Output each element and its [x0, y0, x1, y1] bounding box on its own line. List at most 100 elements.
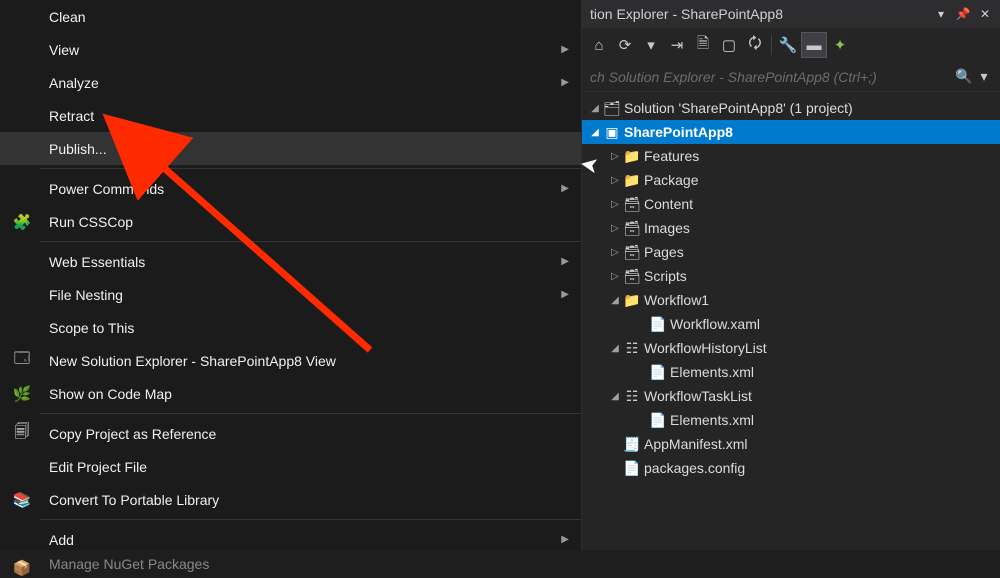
toolbar-separator [771, 35, 772, 55]
menu-web-essentials[interactable]: Web Essentials▶ [0, 245, 581, 278]
new-folder-icon[interactable]: ✦ [827, 32, 853, 58]
explorer-icon: 🗔 [10, 349, 34, 373]
expander-icon[interactable]: ◢ [588, 103, 602, 114]
module-icon: 🗃 [622, 244, 642, 261]
project-node[interactable]: ◢▣SharePointApp8 [582, 120, 1000, 144]
file-icon: 📄 [648, 364, 668, 381]
show-all-files-icon[interactable]: 🗎 [690, 32, 716, 58]
menu-power-commands[interactable]: Power Commands▶ [0, 172, 581, 205]
images-node[interactable]: ▷🗃Images [582, 216, 1000, 240]
content-node[interactable]: ▷🗃Content [582, 192, 1000, 216]
expander-icon[interactable]: ▷ [608, 223, 622, 234]
solution-node[interactable]: ◢🗂Solution 'SharePointApp8' (1 project) [582, 96, 1000, 120]
elements-xml-node[interactable]: 📄Elements.xml [582, 360, 1000, 384]
library-icon: 📚 [10, 488, 34, 512]
app-manifest-node[interactable]: 🧾AppManifest.xml [582, 432, 1000, 456]
preview-icon[interactable]: ▢ [716, 32, 742, 58]
menu-add[interactable]: Add▶ [0, 523, 581, 556]
solution-explorer-panel: tion Explorer - SharePointApp8 ▾ 📌 ✕ ⌂ ⟳… [582, 0, 1000, 550]
menu-separator [40, 413, 581, 414]
window-position-icon[interactable]: ▾ [932, 5, 950, 23]
expander-icon[interactable]: ◢ [588, 127, 602, 138]
package-node[interactable]: ▷📁Package [582, 168, 1000, 192]
file-icon: 📄 [622, 460, 642, 477]
menu-separator [40, 241, 581, 242]
solution-explorer-toolbar: ⌂ ⟳ ▾ ⇥ 🗎 ▢ 🗘 🔧 ▬ ✦ [582, 28, 1000, 62]
menu-edit-project-file[interactable]: Edit Project File [0, 450, 581, 483]
menu-clean[interactable]: Clean [0, 0, 581, 33]
features-node[interactable]: ▷📁Features [582, 144, 1000, 168]
submenu-arrow-icon: ▶ [561, 183, 569, 194]
search-placeholder: ch Solution Explorer - SharePointApp8 (C… [590, 69, 954, 85]
expander-icon[interactable]: ▷ [608, 271, 622, 282]
menu-show-on-code-map[interactable]: 🌿Show on Code Map [0, 377, 581, 410]
workflow-history-list-node[interactable]: ◢☷WorkflowHistoryList [582, 336, 1000, 360]
refresh-dropdown-icon[interactable]: ▾ [638, 32, 664, 58]
project-icon: ▣ [602, 124, 622, 141]
expander-icon[interactable]: ▷ [608, 199, 622, 210]
submenu-arrow-icon: ▶ [561, 44, 569, 55]
menu-copy-project-as-reference[interactable]: 🗐Copy Project as Reference [0, 417, 581, 450]
expander-icon[interactable]: ▷ [608, 175, 622, 186]
menu-run-csscop[interactable]: 🧩Run CSSCop [0, 205, 581, 238]
panel-title-text: tion Explorer - SharePointApp8 [590, 6, 928, 22]
folder-icon: 📁 [622, 148, 642, 165]
workflow1-node[interactable]: ◢📁Workflow1 [582, 288, 1000, 312]
pin-icon[interactable]: 📌 [954, 5, 972, 23]
manifest-icon: 🧾 [622, 436, 642, 453]
submenu-arrow-icon: ▶ [561, 256, 569, 267]
solution-icon: 🗂 [602, 100, 622, 117]
workflow-task-list-node[interactable]: ◢☷WorkflowTaskList [582, 384, 1000, 408]
menu-analyze[interactable]: Analyze▶ [0, 66, 581, 99]
menu-new-solution-explorer-view[interactable]: 🗔New Solution Explorer - SharePointApp8 … [0, 344, 581, 377]
submenu-arrow-icon: ▶ [561, 289, 569, 300]
file-icon: 📄 [648, 316, 668, 333]
sync-icon[interactable]: 🗘 [742, 32, 768, 58]
module-icon: 🗃 [622, 196, 642, 213]
refresh-icon[interactable]: ⟳ [612, 32, 638, 58]
expander-icon[interactable]: ◢ [608, 343, 622, 354]
search-box[interactable]: ch Solution Explorer - SharePointApp8 (C… [582, 62, 1000, 92]
menu-publish[interactable]: Publish... [0, 132, 581, 165]
selected-button-icon[interactable]: ▬ [801, 32, 827, 58]
menu-file-nesting[interactable]: File Nesting▶ [0, 278, 581, 311]
folder-icon: 📁 [622, 292, 642, 309]
expander-icon[interactable]: ▷ [608, 247, 622, 258]
menu-separator [40, 168, 581, 169]
file-icon: 📄 [648, 412, 668, 429]
close-icon[interactable]: ✕ [976, 5, 994, 23]
module-icon: 🗃 [622, 220, 642, 237]
search-dropdown-icon[interactable]: ▾ [974, 68, 994, 85]
home-icon[interactable]: ⌂ [586, 32, 612, 58]
menu-convert-to-portable-library[interactable]: 📚Convert To Portable Library [0, 483, 581, 516]
copy-icon: 🗐 [10, 422, 34, 446]
expander-icon[interactable]: ◢ [608, 295, 622, 306]
menu-view[interactable]: View▶ [0, 33, 581, 66]
properties-icon[interactable]: 🔧 [775, 32, 801, 58]
expander-icon[interactable]: ▷ [608, 151, 622, 162]
collapse-all-icon[interactable]: ⇥ [664, 32, 690, 58]
context-menu: Clean View▶ Analyze▶ Retract Publish... … [0, 0, 582, 550]
menu-separator [40, 519, 581, 520]
list-icon: ☷ [622, 388, 642, 405]
elements-xml-node[interactable]: 📄Elements.xml [582, 408, 1000, 432]
csscop-icon: 🧩 [10, 210, 34, 234]
solution-tree: ◢🗂Solution 'SharePointApp8' (1 project) … [582, 92, 1000, 550]
pages-node[interactable]: ▷🗃Pages [582, 240, 1000, 264]
submenu-arrow-icon: ▶ [561, 534, 569, 545]
menu-manage-nuget[interactable]: 📦Manage NuGet Packages [0, 556, 581, 578]
module-icon: 🗃 [622, 268, 642, 285]
menu-scope-to-this[interactable]: Scope to This [0, 311, 581, 344]
list-icon: ☷ [622, 340, 642, 357]
search-icon[interactable]: 🔍 [954, 68, 974, 85]
expander-icon[interactable]: ◢ [608, 391, 622, 402]
submenu-arrow-icon: ▶ [561, 77, 569, 88]
panel-title-bar[interactable]: tion Explorer - SharePointApp8 ▾ 📌 ✕ [582, 0, 1000, 28]
scripts-node[interactable]: ▷🗃Scripts [582, 264, 1000, 288]
nuget-icon: 📦 [10, 556, 34, 578]
workflow-xaml-node[interactable]: 📄Workflow.xaml [582, 312, 1000, 336]
packages-config-node[interactable]: 📄packages.config [582, 456, 1000, 480]
folder-icon: 📁 [622, 172, 642, 189]
codemap-icon: 🌿 [10, 382, 34, 406]
menu-retract[interactable]: Retract [0, 99, 581, 132]
